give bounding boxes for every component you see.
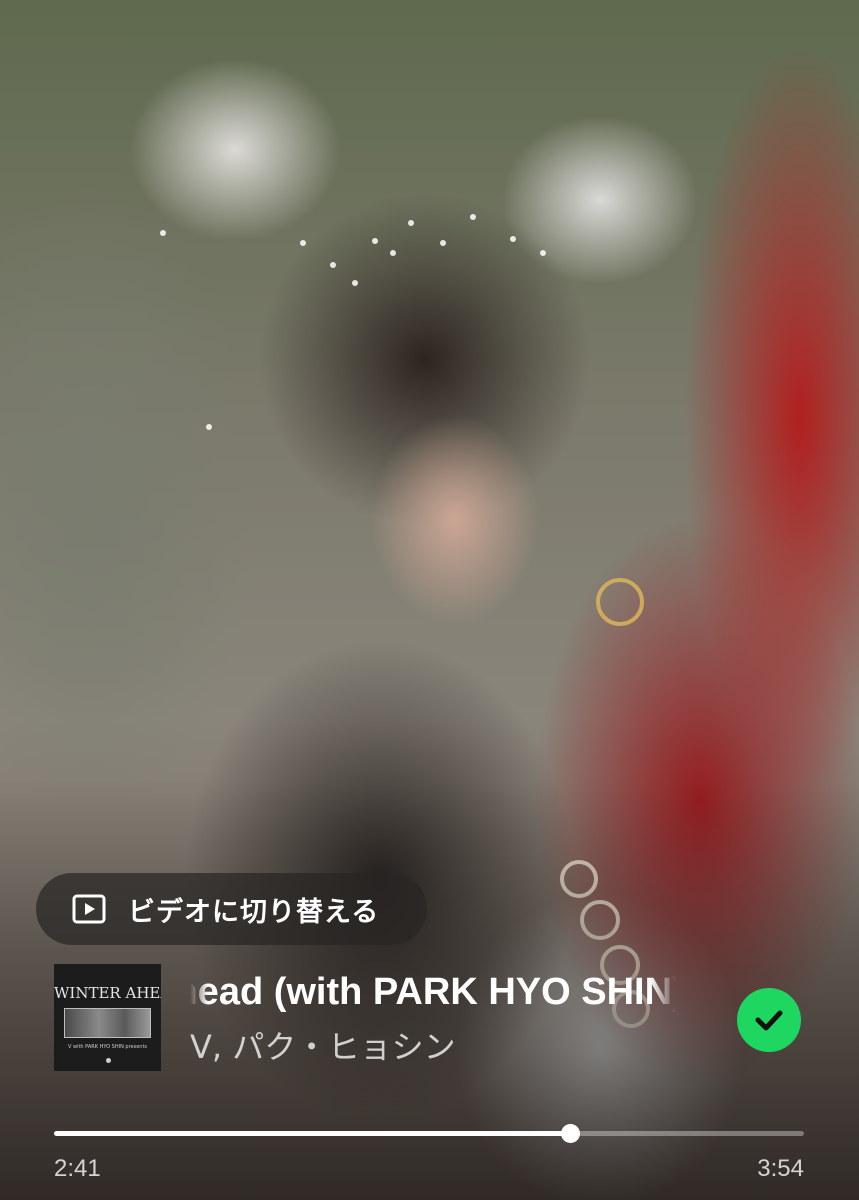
check-icon — [755, 1010, 783, 1031]
track-title-text: Winter Ahead (with PARK HYO SHIN) — [190, 971, 676, 1013]
elapsed-time: 2:41 — [54, 1155, 101, 1182]
play-square-icon — [72, 892, 106, 926]
total-time: 3:54 — [757, 1155, 804, 1182]
album-art[interactable]: WINTER AHEAD V with PARK HYO SHIN presen… — [54, 964, 161, 1071]
album-art-photo — [64, 1008, 151, 1038]
track-title-marquee: Winter Ahead (with PARK HYO SHIN)Winter … — [190, 966, 676, 1018]
album-art-logo — [105, 1058, 111, 1063]
track-title[interactable]: Winter Ahead (with PARK HYO SHIN)Winter … — [190, 966, 676, 1018]
progress-fill — [54, 1131, 570, 1136]
switch-to-video-button[interactable]: ビデオに切り替える — [36, 873, 427, 945]
jacket-jewel-decoration — [596, 578, 644, 626]
track-artists[interactable]: V, パク・ヒョシン — [190, 1022, 456, 1068]
progress-thumb[interactable] — [561, 1124, 580, 1143]
album-art-credit: V with PARK HYO SHIN presents — [67, 1044, 148, 1050]
album-art-title: WINTER AHEAD — [54, 984, 161, 1002]
switch-to-video-label: ビデオに切り替える — [128, 896, 380, 928]
playback-progress-bar[interactable] — [54, 1123, 804, 1143]
saved-to-library-button[interactable] — [737, 988, 801, 1052]
now-playing-screen: ビデオに切り替える WINTER AHEAD V with PARK HYO S… — [0, 0, 859, 1200]
